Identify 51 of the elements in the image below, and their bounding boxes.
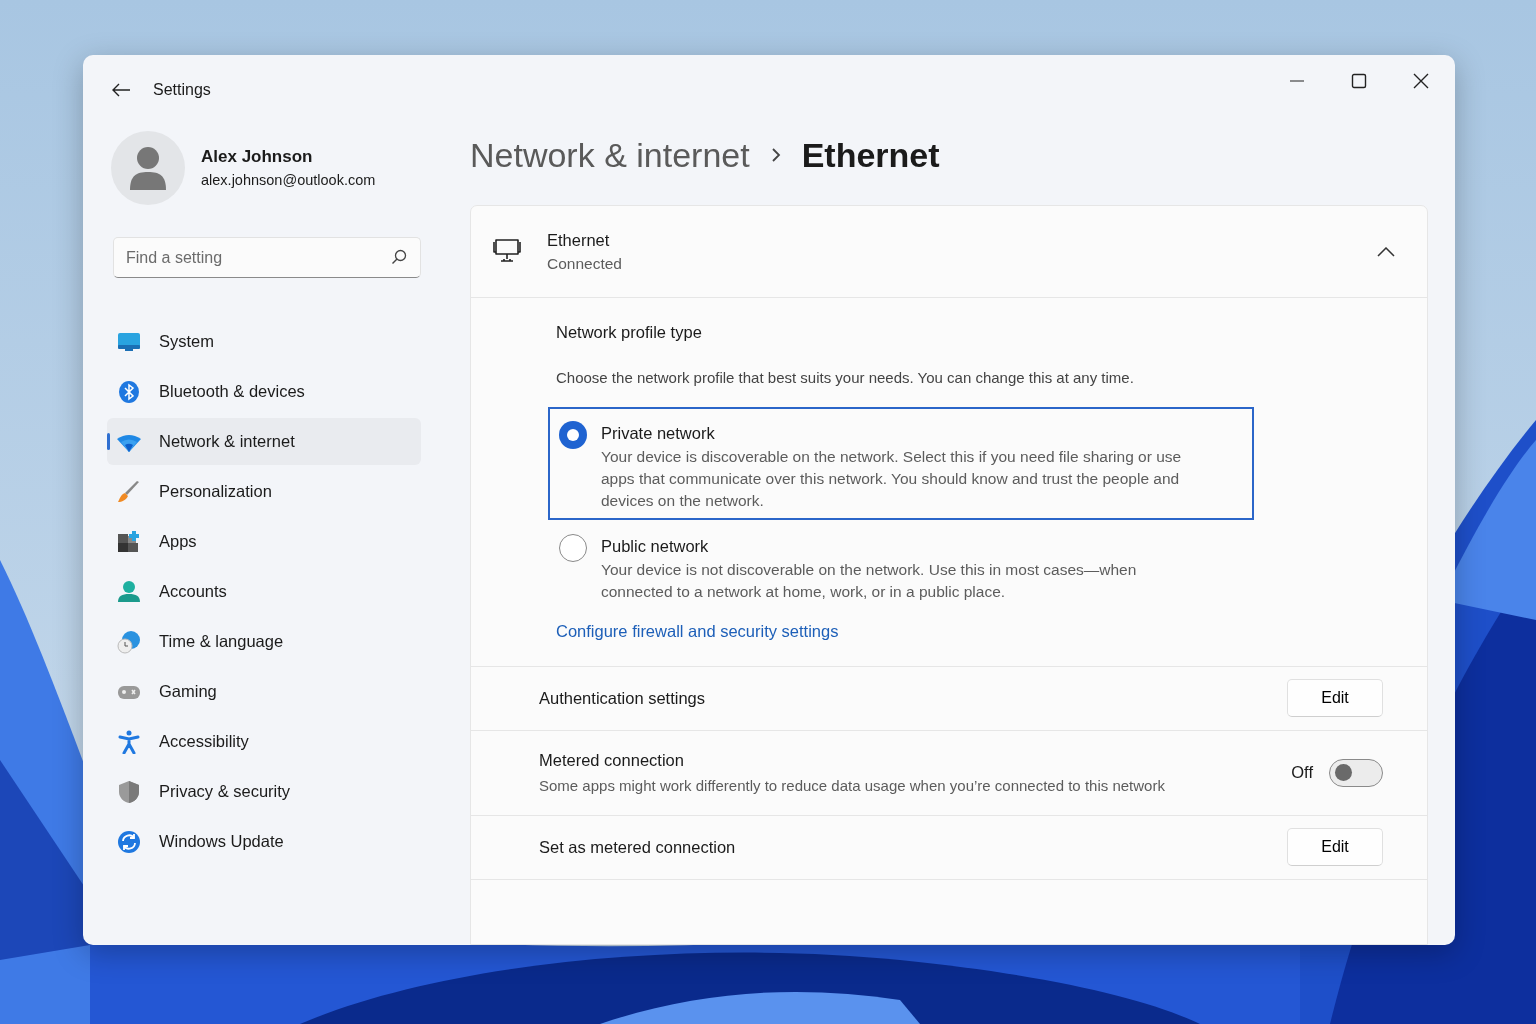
search-field[interactable]: Find a setting: [113, 237, 421, 278]
edit-button[interactable]: Edit: [1287, 679, 1383, 718]
search-icon: [391, 249, 407, 265]
bluetooth-icon: [117, 379, 141, 404]
close-icon[interactable]: [1413, 73, 1429, 89]
setting-label: Metered connection: [539, 749, 685, 771]
nav-item[interactable]: Accounts: [107, 568, 421, 615]
firewall-link[interactable]: Configure firewall and security settings: [556, 618, 839, 644]
maximize-icon[interactable]: [1351, 73, 1367, 89]
nav-item[interactable]: Network & internet: [107, 418, 421, 465]
nav-item[interactable]: Apps: [107, 518, 421, 565]
user-name: Alex Johnson: [201, 146, 314, 169]
chevron-right-icon: [769, 147, 782, 163]
nav-item[interactable]: Windows Update: [107, 818, 421, 865]
nav-item[interactable]: Privacy & security: [107, 768, 421, 815]
user-email: alex.johnson@outlook.com: [201, 170, 376, 190]
radio-option[interactable]: Public network Your device is not discoverable on the network. Use this in most cases—when connected to a network at home, work, or in a public place.: [548, 520, 1254, 611]
person-icon: [117, 579, 141, 604]
brush-icon: [117, 479, 141, 504]
ethernet-header[interactable]: Ethernet Connected: [471, 206, 1427, 298]
adapter-name: Ethernet: [547, 229, 611, 251]
toggle-state: Off: [1291, 762, 1313, 784]
minimize-icon[interactable]: [1289, 80, 1305, 82]
page-title: Ethernet: [801, 134, 940, 176]
radio-button[interactable]: [559, 421, 587, 450]
section-description: Choose the network profile that best suits your needs. You can change this at any time.: [556, 367, 1135, 388]
radio-button[interactable]: [559, 534, 587, 562]
setting-description: Some apps might work differently to reduce data usage when you’re connected to this network: [539, 776, 1166, 797]
option-description: Your device is not discoverable on the network. Use this in most cases—when connected to a network at home, work, or in a public place.: [601, 559, 1138, 602]
breadcrumb-link[interactable]: Network & internet: [470, 129, 750, 181]
setting-label: Set as metered connection: [539, 836, 737, 858]
nav-item[interactable]: Time & language: [107, 618, 421, 665]
section-heading: Network profile type: [556, 322, 703, 343]
sync-icon: [117, 829, 141, 854]
nav-item[interactable]: Accessibility: [107, 718, 421, 765]
toggle-switch[interactable]: [1329, 758, 1383, 787]
window-title: Settings: [153, 80, 211, 100]
nav-item[interactable]: Bluetooth & devices: [107, 368, 421, 415]
radio-option[interactable]: Private network Your device is discoverable on the network. Select this if you need file sharing or use apps that communicate over this network. You should know and trust the people and devices on the network.: [548, 407, 1254, 520]
apps-icon: [117, 529, 141, 554]
back-button[interactable]: [111, 82, 131, 98]
setting-label: Authentication settings: [539, 687, 707, 709]
nav-item[interactable]: System: [107, 318, 421, 365]
nav-item[interactable]: Gaming: [107, 668, 421, 715]
shield-icon: [117, 779, 141, 804]
adapter-status: Connected: [547, 254, 623, 275]
nav-item[interactable]: Personalization: [107, 468, 421, 515]
option-description: Your device is discoverable on the network. Select this if you need file sharing or use apps that communicate over this network. You should know and trust the people and devices on the network.: [601, 447, 1183, 511]
figure-icon: [117, 729, 141, 754]
edit-button[interactable]: Edit: [1287, 828, 1383, 867]
clock-globe-icon: [117, 629, 141, 654]
